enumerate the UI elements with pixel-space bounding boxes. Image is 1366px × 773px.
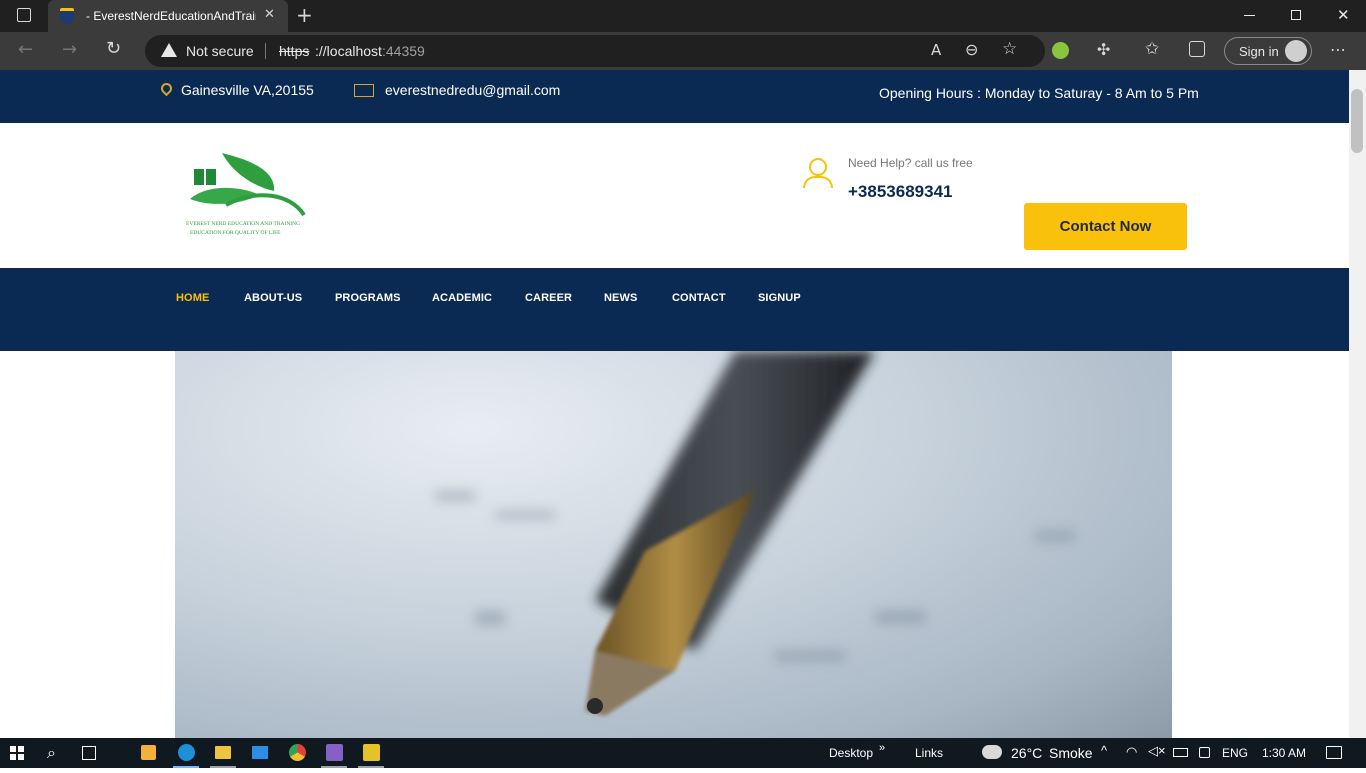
contact-info-bar: Gainesville VA,20155 everestnedredu@gmai…: [0, 70, 1349, 123]
nav-career[interactable]: CAREER: [525, 292, 572, 304]
clock-time[interactable]: 1:30 AM: [1262, 746, 1306, 760]
file-explorer-icon[interactable]: [215, 746, 231, 759]
nav-programs[interactable]: PROGRAMS: [335, 292, 401, 304]
windows-taskbar: ⌕ Desktop » Links 26°C Smoke ^ ◠ ◁× ENG …: [0, 738, 1366, 768]
support-agent-icon: [802, 156, 834, 188]
chevron-right-icon[interactable]: »: [879, 742, 885, 754]
links-toolbar-label[interactable]: Links: [915, 746, 943, 760]
browser-tab-bar: - EverestNerdEducationAndTrain ✕ + ✕: [0, 0, 1366, 32]
nav-signup[interactable]: SIGNUP: [758, 292, 801, 304]
nav-contact[interactable]: CONTACT: [672, 292, 726, 304]
address-divider: [265, 43, 266, 59]
pen-illustration: [435, 351, 1075, 716]
chrome-app-icon[interactable]: [289, 744, 306, 761]
nav-about-us[interactable]: ABOUT-US: [244, 292, 302, 304]
edge-app-icon[interactable]: [178, 744, 195, 761]
new-tab-icon[interactable]: +: [296, 3, 313, 27]
task-view-icon[interactable]: [82, 746, 96, 760]
minimize-icon[interactable]: [1244, 15, 1255, 16]
nav-academic[interactable]: ACADEMIC: [432, 292, 492, 304]
notifications-icon[interactable]: [1326, 746, 1342, 759]
site-favicon-icon: [60, 8, 74, 24]
contact-now-button[interactable]: Contact Now: [1024, 203, 1187, 250]
nav-home[interactable]: HOME: [176, 292, 209, 304]
logo-line-1: EVEREST NERD EDUCATION AND TRAINING: [186, 221, 301, 227]
weather-cloud-icon[interactable]: [982, 745, 1002, 759]
battery-icon[interactable]: [1173, 748, 1188, 757]
tab-title: - EverestNerdEducationAndTrain: [86, 9, 256, 23]
url-port: :44359: [382, 43, 425, 59]
help-text: Need Help? call us free: [848, 156, 973, 170]
leaf-logo-icon: [190, 153, 306, 217]
phone-number[interactable]: +3853689341: [848, 182, 952, 202]
zoom-icon[interactable]: ⊖: [965, 40, 978, 59]
back-icon[interactable]: ←: [18, 39, 33, 60]
temperature-text[interactable]: 26°C: [1011, 745, 1042, 761]
browser-tab[interactable]: - EverestNerdEducationAndTrain ✕: [48, 0, 288, 32]
url-scheme: https: [279, 43, 310, 59]
weather-text[interactable]: Smoke: [1049, 745, 1093, 761]
read-aloud-icon[interactable]: A: [931, 41, 941, 59]
favorites-icon[interactable]: ✩: [1145, 39, 1159, 59]
store-app-icon[interactable]: [141, 745, 156, 760]
windows-start-icon[interactable]: [10, 746, 24, 760]
main-navigation: HOME ABOUT-US PROGRAMS ACADEMIC CAREER N…: [0, 268, 1349, 351]
url-host: ://localhost: [315, 43, 382, 59]
page-scrollbar[interactable]: [1349, 70, 1366, 738]
language-indicator[interactable]: ENG: [1222, 746, 1248, 760]
sql-app-icon[interactable]: [363, 744, 380, 761]
profile-avatar-icon[interactable]: [1285, 40, 1307, 62]
location-text: Gainesville VA,20155: [181, 82, 314, 98]
not-secure-label[interactable]: Not secure: [186, 43, 254, 59]
close-window-icon[interactable]: ✕: [1337, 6, 1350, 24]
page-viewport: Gainesville VA,20155 everestnedredu@gmai…: [0, 70, 1349, 738]
collections-icon[interactable]: [1189, 41, 1205, 57]
add-favorite-icon[interactable]: ☆: [1002, 39, 1017, 59]
extensions-icon[interactable]: ✣: [1097, 40, 1110, 59]
desktop-toolbar-label[interactable]: Desktop: [829, 746, 873, 760]
search-icon[interactable]: ⌕: [47, 743, 56, 773]
forward-icon[interactable]: →: [62, 39, 77, 60]
hero-banner-image: [175, 351, 1172, 738]
site-logo[interactable]: EVEREST NERD EDUCATION AND TRAINING EDUC…: [186, 149, 308, 241]
opening-hours-text: Opening Hours : Monday to Saturay - 8 Am…: [879, 85, 1199, 101]
close-tab-icon[interactable]: ✕: [264, 7, 275, 22]
email-text[interactable]: everestnedredu@gmail.com: [385, 82, 560, 98]
extension-light-icon[interactable]: [1052, 42, 1069, 59]
logo-line-2: EDUCATION FOR QUALITY OF LIFE: [190, 230, 281, 236]
wifi-icon[interactable]: ◠: [1126, 744, 1137, 760]
restore-icon[interactable]: [1291, 10, 1301, 20]
address-bar[interactable]: Not secure https ://localhost :44359 A ⊖…: [145, 35, 1045, 67]
sign-in-label: Sign in: [1239, 44, 1279, 59]
nav-news[interactable]: NEWS: [604, 292, 637, 304]
meet-now-icon[interactable]: [1199, 747, 1210, 758]
envelope-icon: [354, 84, 374, 97]
refresh-icon[interactable]: ↻: [106, 38, 121, 59]
warning-icon: [161, 43, 177, 57]
location-pin-icon: [158, 80, 175, 97]
contact-now-label: Contact Now: [1059, 218, 1152, 235]
chevron-up-icon[interactable]: ^: [1101, 743, 1107, 758]
volume-muted-icon[interactable]: ◁×: [1148, 743, 1166, 759]
more-menu-icon[interactable]: ⋯: [1330, 40, 1346, 59]
scrollbar-thumb[interactable]: [1351, 89, 1363, 153]
visual-studio-icon[interactable]: [326, 744, 343, 761]
tab-actions-icon[interactable]: [17, 8, 31, 22]
mail-app-icon[interactable]: [252, 746, 268, 759]
site-header: EVEREST NERD EDUCATION AND TRAINING EDUC…: [0, 123, 1349, 268]
